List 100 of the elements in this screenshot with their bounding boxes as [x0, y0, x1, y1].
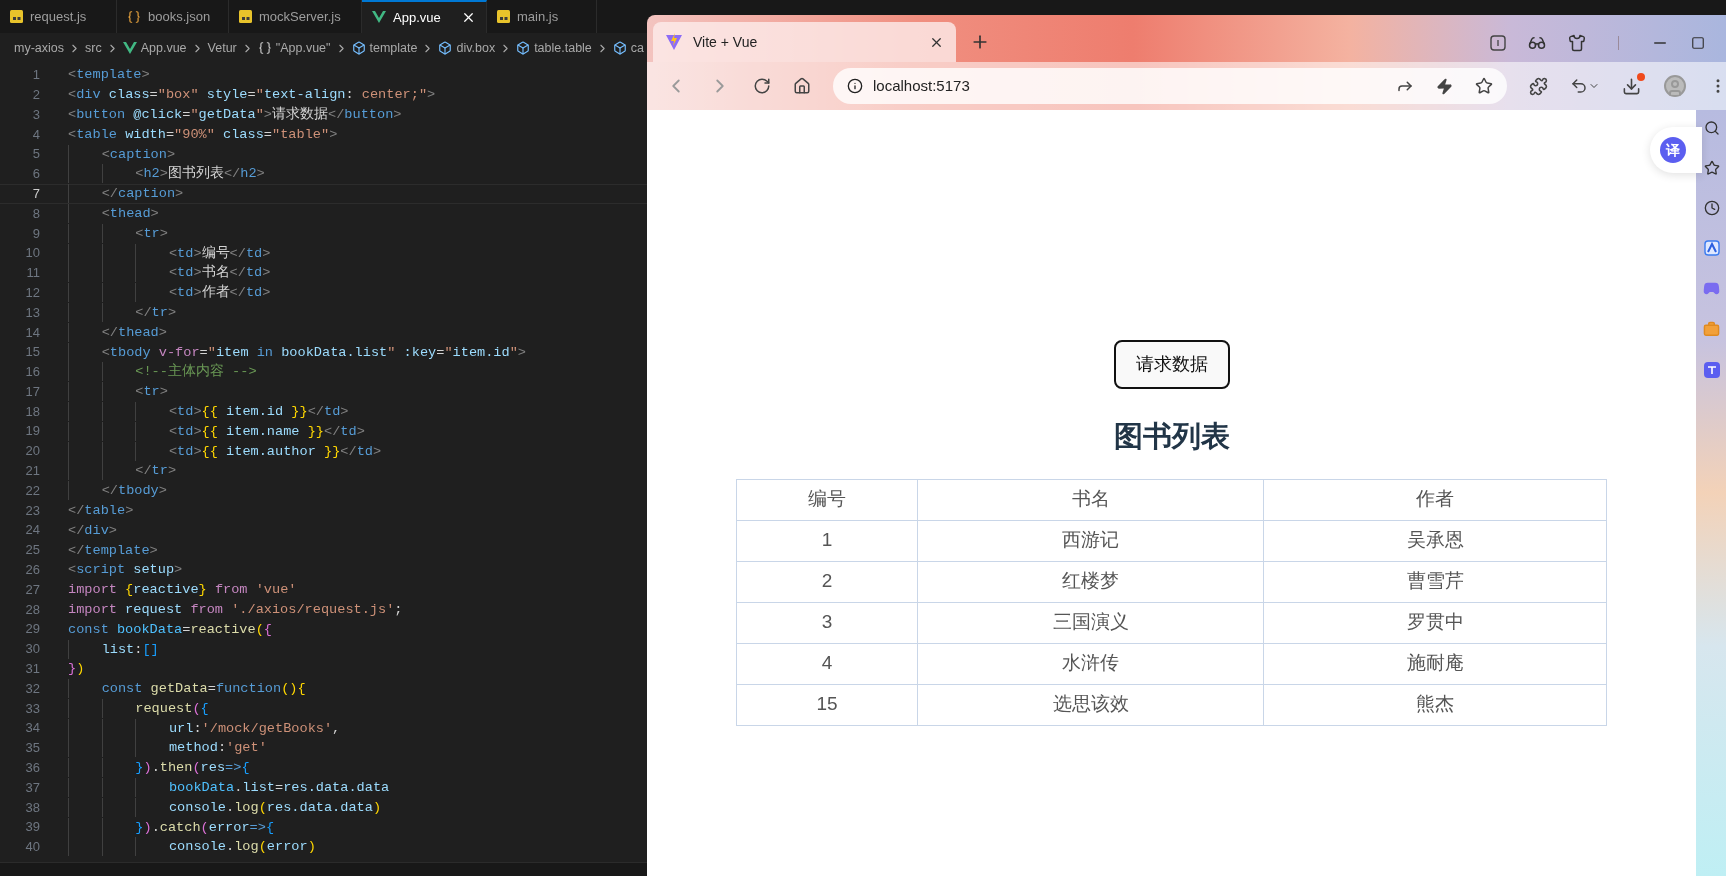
- line-number: 37: [24, 778, 41, 797]
- line-number: 36: [24, 759, 41, 778]
- line-number: 11: [25, 264, 41, 283]
- table-cell: 曹雪芹: [1263, 561, 1607, 602]
- line-number: 13: [24, 303, 41, 322]
- breadcrumb-item[interactable]: my-axios: [14, 38, 64, 58]
- code-line: import {reactive} from 'vue': [68, 581, 297, 600]
- line-number: 14: [24, 323, 41, 342]
- line-number: 24: [24, 521, 41, 540]
- code-line: }).then(res=>{: [68, 758, 250, 778]
- breadcrumb-item[interactable]: ca: [612, 38, 645, 58]
- code-line: <tr>: [68, 382, 168, 402]
- code-line: </caption>: [68, 184, 184, 204]
- line-number: 25: [24, 541, 41, 560]
- ai-icon[interactable]: [1703, 240, 1720, 256]
- line-number: 7: [31, 184, 41, 203]
- line-number: 2: [31, 85, 41, 104]
- table-cell: 罗贯中: [1263, 602, 1607, 643]
- glasses-icon[interactable]: [1528, 34, 1546, 52]
- translate-icon[interactable]: [1703, 362, 1720, 378]
- star-icon[interactable]: [1703, 160, 1720, 176]
- braces-icon: [127, 9, 141, 24]
- code-line: console.log(res.data.data): [68, 797, 382, 817]
- line-number: 10: [24, 244, 41, 263]
- line-number: 1: [31, 66, 41, 85]
- maximize-icon[interactable]: [1691, 36, 1705, 50]
- table-cell: 1: [736, 520, 918, 561]
- line-number: 38: [24, 798, 41, 817]
- puzzle-icon[interactable]: [1529, 76, 1548, 96]
- code-line: <template>: [68, 66, 150, 85]
- code-line: <td>书名</td>: [68, 263, 271, 283]
- breadcrumb-item[interactable]: "App.vue": [257, 38, 331, 58]
- table-cell: 2: [736, 561, 918, 602]
- info-icon[interactable]: [847, 78, 863, 94]
- table-cell: 水浒传: [917, 643, 1264, 684]
- table-cell: 15: [736, 684, 918, 725]
- line-number: 15: [24, 343, 41, 362]
- line-number: 39: [24, 818, 41, 837]
- line-number: 23: [24, 501, 41, 520]
- table-cell: 西游记: [917, 520, 1264, 561]
- close-icon[interactable]: [461, 10, 476, 25]
- vite-logo-icon: [665, 33, 683, 51]
- js-file-icon: [497, 10, 510, 23]
- lightning-icon[interactable]: [1436, 77, 1453, 95]
- cube-icon: [612, 41, 627, 55]
- line-number: 32: [24, 679, 41, 698]
- column-header: 编号: [736, 479, 918, 520]
- column-header: 作者: [1263, 479, 1607, 520]
- breadcrumb-item[interactable]: div.box: [438, 38, 496, 58]
- code-line: <td>作者</td>: [68, 283, 271, 303]
- code-line: method:'get': [68, 738, 267, 758]
- line-number: 40: [24, 838, 41, 857]
- code-line: url:'/mock/getBooks',: [68, 718, 341, 738]
- code-line: <td>{{ item.author }}</td>: [68, 441, 382, 461]
- undo-icon[interactable]: [1570, 77, 1600, 95]
- clock-icon[interactable]: [1703, 200, 1720, 216]
- fetch-button[interactable]: 请求数据: [1113, 340, 1230, 389]
- code-line: }): [68, 660, 85, 679]
- translate-button[interactable]: 译: [1650, 127, 1702, 173]
- code-line: <td>{{ item.name }}</td>: [68, 421, 365, 441]
- code-line: bookData.list=res.data.data: [68, 778, 390, 798]
- column-header: 书名: [917, 479, 1264, 520]
- cube-icon: [516, 41, 531, 55]
- line-number: 34: [24, 719, 41, 738]
- shirt-icon[interactable]: [1568, 34, 1586, 52]
- home-icon[interactable]: [793, 77, 811, 95]
- cube-icon: [438, 41, 453, 55]
- tab-count-icon[interactable]: [1490, 35, 1506, 51]
- braces-icon: [257, 41, 272, 55]
- line-number: 28: [24, 600, 41, 619]
- breadcrumb-item[interactable]: App.vue: [122, 38, 187, 58]
- table-cell: 4: [736, 643, 918, 684]
- line-number: 35: [24, 739, 41, 758]
- line-number: 4: [31, 125, 41, 144]
- line-number: 17: [24, 382, 41, 401]
- code-line: <td>{{ item.id }}</td>: [68, 401, 349, 421]
- table-cell: 施耐庵: [1263, 643, 1607, 684]
- breadcrumb-item[interactable]: table.table: [516, 38, 592, 58]
- code-line: </tbody>: [68, 481, 167, 501]
- search-icon[interactable]: [1703, 120, 1720, 136]
- table-cell: 3: [736, 602, 918, 643]
- breadcrumb-item[interactable]: template: [351, 38, 418, 58]
- editor-tab[interactable]: App.vue: [362, 0, 487, 33]
- code-line: <button @click="getData">请求数据</button>: [68, 105, 402, 124]
- breadcrumb-item[interactable]: Vetur: [207, 38, 237, 58]
- vue-logo-icon: [372, 11, 386, 24]
- code-line: </tr>: [68, 461, 177, 481]
- address-bar[interactable]: localhost:5173: [833, 68, 1507, 104]
- star-icon[interactable]: [1475, 77, 1493, 95]
- reload-icon[interactable]: [753, 77, 771, 95]
- code-line: </table>: [68, 501, 134, 520]
- code-line: <table width="90%" class="table">: [68, 125, 338, 144]
- code-line: <div class="box" style="text-align: center;">: [68, 86, 436, 105]
- breadcrumb-item[interactable]: src: [85, 38, 102, 58]
- line-number: 12: [24, 283, 41, 302]
- table-cell: 选思该效: [917, 684, 1264, 725]
- browser-tab[interactable]: Vite + Vue: [653, 22, 956, 62]
- code-line: const getData=function(){: [68, 679, 306, 699]
- code-line: <tbody v-for="item in bookData.list" :key="item.id">: [68, 342, 526, 362]
- line-number: 27: [24, 580, 41, 599]
